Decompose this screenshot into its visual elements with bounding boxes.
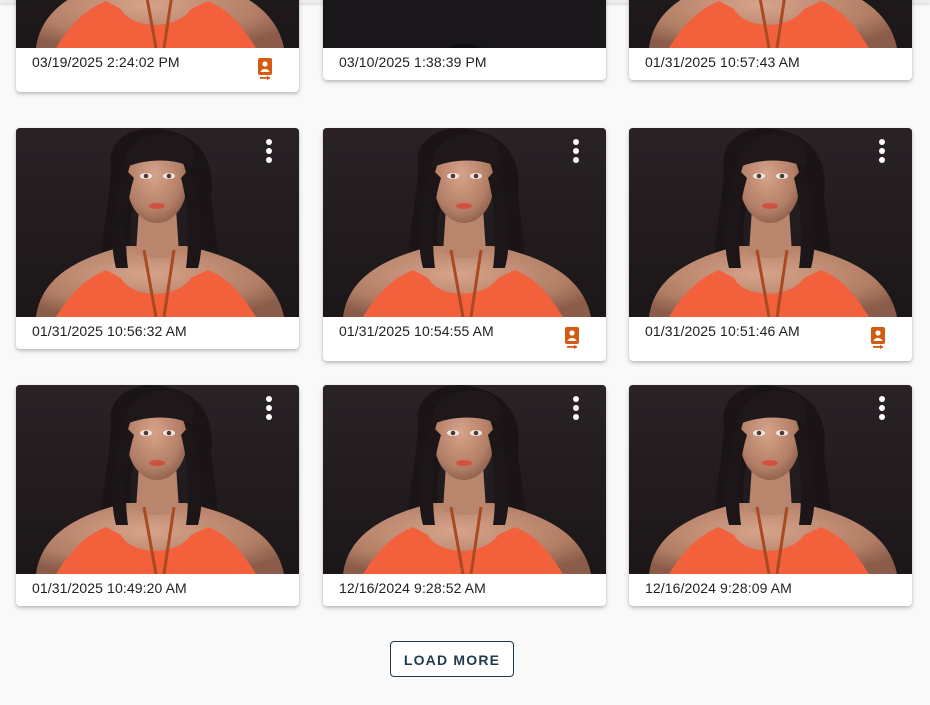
media-card[interactable]: 01/31/2025 10:56:32 AM bbox=[16, 128, 299, 349]
capture-timestamp: 12/16/2024 9:28:09 AM bbox=[645, 580, 792, 596]
capture-timestamp: 01/31/2025 10:56:32 AM bbox=[32, 323, 187, 339]
media-thumbnail[interactable] bbox=[16, 385, 299, 574]
card-caption: 03/10/2025 1:38:39 PM bbox=[323, 48, 606, 80]
card-caption: 03/19/2025 2:24:02 PM bbox=[16, 48, 299, 92]
capture-timestamp: 12/16/2024 9:28:52 AM bbox=[339, 580, 486, 596]
media-thumbnail[interactable] bbox=[16, 0, 299, 48]
media-card[interactable]: 01/31/2025 10:54:55 AM bbox=[323, 128, 606, 361]
video-badge-icon bbox=[564, 326, 580, 350]
video-badge-icon bbox=[870, 326, 886, 350]
capture-timestamp: 01/31/2025 10:49:20 AM bbox=[32, 580, 187, 596]
card-caption: 01/31/2025 10:51:46 AM bbox=[629, 317, 912, 361]
more-vert-icon[interactable] bbox=[874, 394, 890, 422]
capture-timestamp: 03/19/2025 2:24:02 PM bbox=[32, 54, 180, 70]
load-more-button[interactable]: LOAD MORE bbox=[390, 641, 514, 677]
card-caption: 12/16/2024 9:28:09 AM bbox=[629, 574, 912, 606]
more-vert-icon[interactable] bbox=[568, 394, 584, 422]
card-caption: 12/16/2024 9:28:52 AM bbox=[323, 574, 606, 606]
more-vert-icon[interactable] bbox=[874, 137, 890, 165]
media-card[interactable]: 01/31/2025 10:57:43 AM bbox=[629, 0, 912, 80]
media-card[interactable]: 01/31/2025 10:49:20 AM bbox=[16, 385, 299, 606]
video-badge-icon bbox=[257, 57, 273, 81]
capture-timestamp: 01/31/2025 10:54:55 AM bbox=[339, 323, 494, 339]
media-card[interactable]: 12/16/2024 9:28:52 AM bbox=[323, 385, 606, 606]
media-thumbnail[interactable] bbox=[323, 128, 606, 317]
capture-timestamp: 03/10/2025 1:38:39 PM bbox=[339, 54, 487, 70]
capture-timestamp: 01/31/2025 10:57:43 AM bbox=[645, 54, 800, 70]
card-caption: 01/31/2025 10:54:55 AM bbox=[323, 317, 606, 361]
more-vert-icon[interactable] bbox=[568, 137, 584, 165]
media-card[interactable]: 03/19/2025 2:24:02 PM bbox=[16, 0, 299, 92]
media-thumbnail[interactable] bbox=[323, 385, 606, 574]
media-card[interactable]: 12/16/2024 9:28:09 AM bbox=[629, 385, 912, 606]
card-caption: 01/31/2025 10:56:32 AM bbox=[16, 317, 299, 349]
media-thumbnail[interactable] bbox=[629, 128, 912, 317]
media-thumbnail[interactable] bbox=[629, 385, 912, 574]
capture-timestamp: 01/31/2025 10:51:46 AM bbox=[645, 323, 800, 339]
media-card[interactable]: 03/10/2025 1:38:39 PM bbox=[323, 0, 606, 80]
media-thumbnail[interactable] bbox=[16, 128, 299, 317]
media-thumbnail[interactable] bbox=[629, 0, 912, 48]
more-vert-icon[interactable] bbox=[261, 394, 277, 422]
more-vert-icon[interactable] bbox=[261, 137, 277, 165]
card-caption: 01/31/2025 10:57:43 AM bbox=[629, 48, 912, 80]
media-card[interactable]: 01/31/2025 10:51:46 AM bbox=[629, 128, 912, 361]
media-thumbnail[interactable] bbox=[323, 0, 606, 48]
card-caption: 01/31/2025 10:49:20 AM bbox=[16, 574, 299, 606]
